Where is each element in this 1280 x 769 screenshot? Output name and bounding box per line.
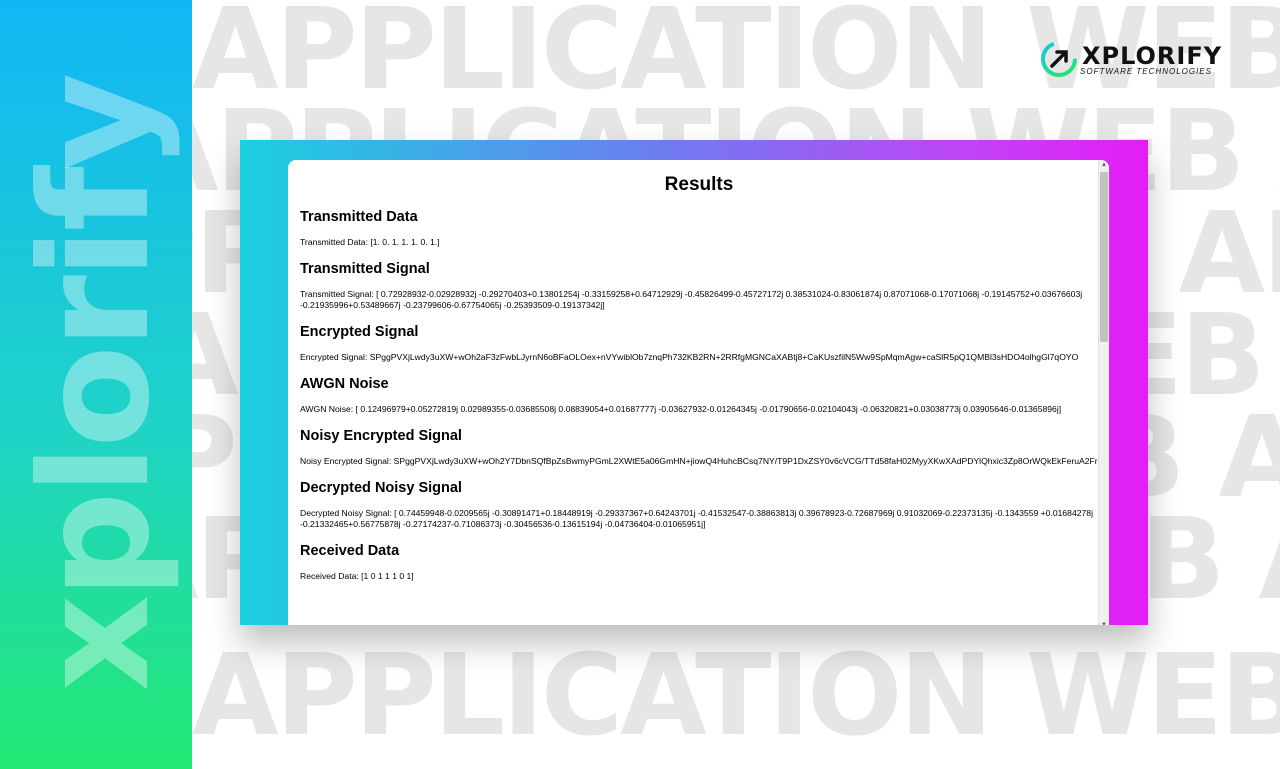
brand-side-strip: xplorify xyxy=(0,0,192,769)
section-heading: Encrypted Signal xyxy=(300,324,419,340)
results-title: Results xyxy=(664,174,734,195)
section-heading: Received Data xyxy=(300,543,400,559)
section-noisy-encrypted-signal: Noisy Encrypted Signal Noisy Encrypted S… xyxy=(300,428,1098,467)
section-text: Noisy Encrypted Signal: SPggPVXjLwdy3uXW… xyxy=(300,456,1098,466)
scroll-up-arrow-icon[interactable]: ▲ xyxy=(1099,160,1109,170)
logo-mark-icon xyxy=(1041,41,1077,77)
logo-name: XPLORIFY xyxy=(1082,42,1223,70)
watermark-row: APPLICATION WEB APPLICATION WEB xyxy=(192,631,1280,761)
results-content: Results Transmitted Data Transmitted Dat… xyxy=(288,160,1098,625)
section-received-data: Received Data Received Data: [1 0 1 1 1 … xyxy=(300,543,1098,582)
section-heading: Transmitted Data xyxy=(300,209,418,225)
section-transmitted-signal: Transmitted Signal Transmitted Signal: [… xyxy=(300,261,1098,311)
scroll-down-arrow-icon[interactable]: ▼ xyxy=(1099,620,1109,625)
section-heading: Decrypted Noisy Signal xyxy=(300,480,462,496)
section-text: Transmitted Signal: [ 0.72928932-0.02928… xyxy=(300,289,1083,310)
results-panel: Results Transmitted Data Transmitted Dat… xyxy=(288,160,1109,625)
section-text: Transmitted Data: [1. 0. 1. 1. 1. 0. 1.] xyxy=(300,237,440,247)
xplorify-logo: XPLORIFY SOFTWARE TECHNOLOGIES xyxy=(1040,40,1223,82)
section-heading: Transmitted Signal xyxy=(300,261,430,277)
section-text: Decrypted Noisy Signal: [ 0.74459948-0.0… xyxy=(300,508,1093,529)
section-heading: Noisy Encrypted Signal xyxy=(300,428,462,444)
gradient-frame: Results Transmitted Data Transmitted Dat… xyxy=(240,140,1148,625)
section-text: Encrypted Signal: SPggPVXjLwdy3uXW+wOh2a… xyxy=(300,352,1079,362)
section-awgn-noise: AWGN Noise AWGN Noise: [ 0.12496979+0.05… xyxy=(300,376,1098,415)
vertical-scrollbar[interactable]: ▲ ▼ xyxy=(1098,160,1109,625)
brand-side-word: xplorify xyxy=(9,76,183,692)
section-transmitted-data: Transmitted Data Transmitted Data: [1. 0… xyxy=(300,209,1098,248)
section-text: Received Data: [1 0 1 1 1 0 1] xyxy=(300,571,414,581)
section-text: AWGN Noise: [ 0.12496979+0.05272819j 0.0… xyxy=(300,404,1062,414)
section-heading: AWGN Noise xyxy=(300,376,389,392)
section-decrypted-noisy-signal: Decrypted Noisy Signal Decrypted Noisy S… xyxy=(300,480,1098,530)
logo-tagline: SOFTWARE TECHNOLOGIES xyxy=(1080,67,1212,76)
scrollbar-thumb[interactable] xyxy=(1100,172,1108,342)
section-encrypted-signal: Encrypted Signal Encrypted Signal: SPggP… xyxy=(300,324,1098,363)
